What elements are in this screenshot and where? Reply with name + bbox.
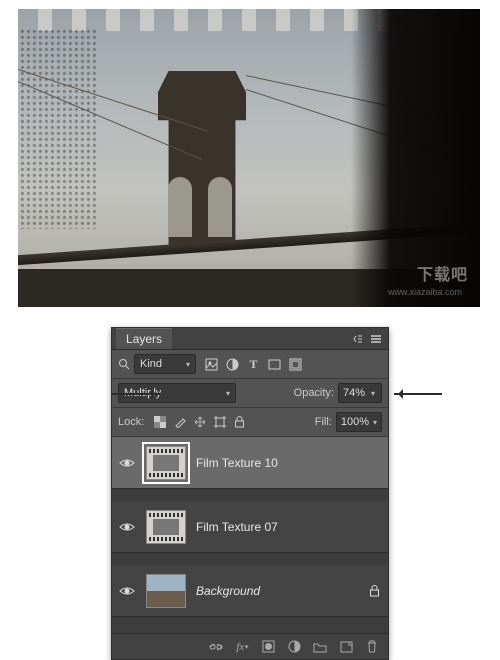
layer-row[interactable]: Film Texture 07 [112, 501, 388, 553]
layer-thumbnail[interactable] [144, 508, 188, 546]
callout-arrow-right [394, 393, 442, 395]
layer-name-label[interactable]: Film Texture 10 [196, 456, 278, 470]
filter-type-icon[interactable]: T [246, 357, 261, 372]
fill-input[interactable]: 100% ▾ [336, 412, 382, 432]
search-icon [118, 358, 130, 370]
layer-row[interactable]: Film Texture 10 [112, 437, 388, 489]
layers-list: Film Texture 10 Film Texture 07 Backgrou… [112, 437, 388, 633]
filter-kind-label: Kind [140, 358, 162, 370]
lock-label: Lock: [118, 416, 144, 428]
layer-name-label[interactable]: Background [196, 584, 260, 598]
layers-panel: Layers Kind ▾ T [111, 327, 389, 660]
filter-smart-icon[interactable] [288, 357, 303, 372]
layer-thumbnail[interactable] [144, 572, 188, 610]
opacity-input[interactable]: 74% ▾ [338, 383, 382, 403]
watermark-main: 下载吧 [417, 261, 468, 285]
filter-row: Kind ▾ T [112, 350, 388, 379]
fill-value: 100% [341, 416, 369, 428]
filter-shape-icon[interactable] [267, 357, 282, 372]
chevron-down-icon: ▾ [226, 389, 230, 398]
opacity-value: 74% [343, 387, 365, 399]
panel-header: Layers [112, 328, 388, 350]
chevron-down-icon: ▾ [186, 360, 190, 369]
layer-row[interactable]: Background [112, 565, 388, 617]
lock-all-icon[interactable] [232, 415, 247, 430]
layer-name-label[interactable]: Film Texture 07 [196, 520, 278, 534]
lock-brush-icon[interactable] [172, 415, 187, 430]
filter-pixel-icon[interactable] [204, 357, 219, 372]
panel-menu-icon[interactable] [368, 332, 384, 346]
lock-position-icon[interactable] [192, 415, 207, 430]
filter-adjust-icon[interactable] [225, 357, 240, 372]
layer-thumbnail[interactable] [144, 444, 188, 482]
lock-row: Lock: Fill: 100% ▾ [112, 408, 388, 437]
composite-preview: 下载吧 www.xiazaiba.com [18, 9, 480, 307]
lock-artboard-icon[interactable] [212, 415, 227, 430]
callout-arrow-left [112, 393, 160, 395]
collapse-icon[interactable] [350, 332, 366, 346]
panel-footer: fx▾ [112, 633, 388, 659]
visibility-toggle-icon[interactable] [118, 454, 136, 472]
lock-transparency-icon[interactable] [152, 415, 167, 430]
chevron-down-icon: ▾ [371, 389, 375, 398]
visibility-toggle-icon[interactable] [118, 582, 136, 600]
opacity-label: Opacity: [294, 387, 334, 399]
layers-tab[interactable]: Layers [116, 328, 172, 349]
lock-icon[interactable] [367, 583, 382, 598]
filter-kind-dropdown[interactable]: Kind ▾ [134, 354, 196, 374]
chevron-down-icon: ▾ [373, 418, 377, 427]
visibility-toggle-icon[interactable] [118, 518, 136, 536]
watermark-sub: www.xiazaiba.com [388, 287, 462, 297]
fill-label: Fill: [315, 416, 332, 428]
